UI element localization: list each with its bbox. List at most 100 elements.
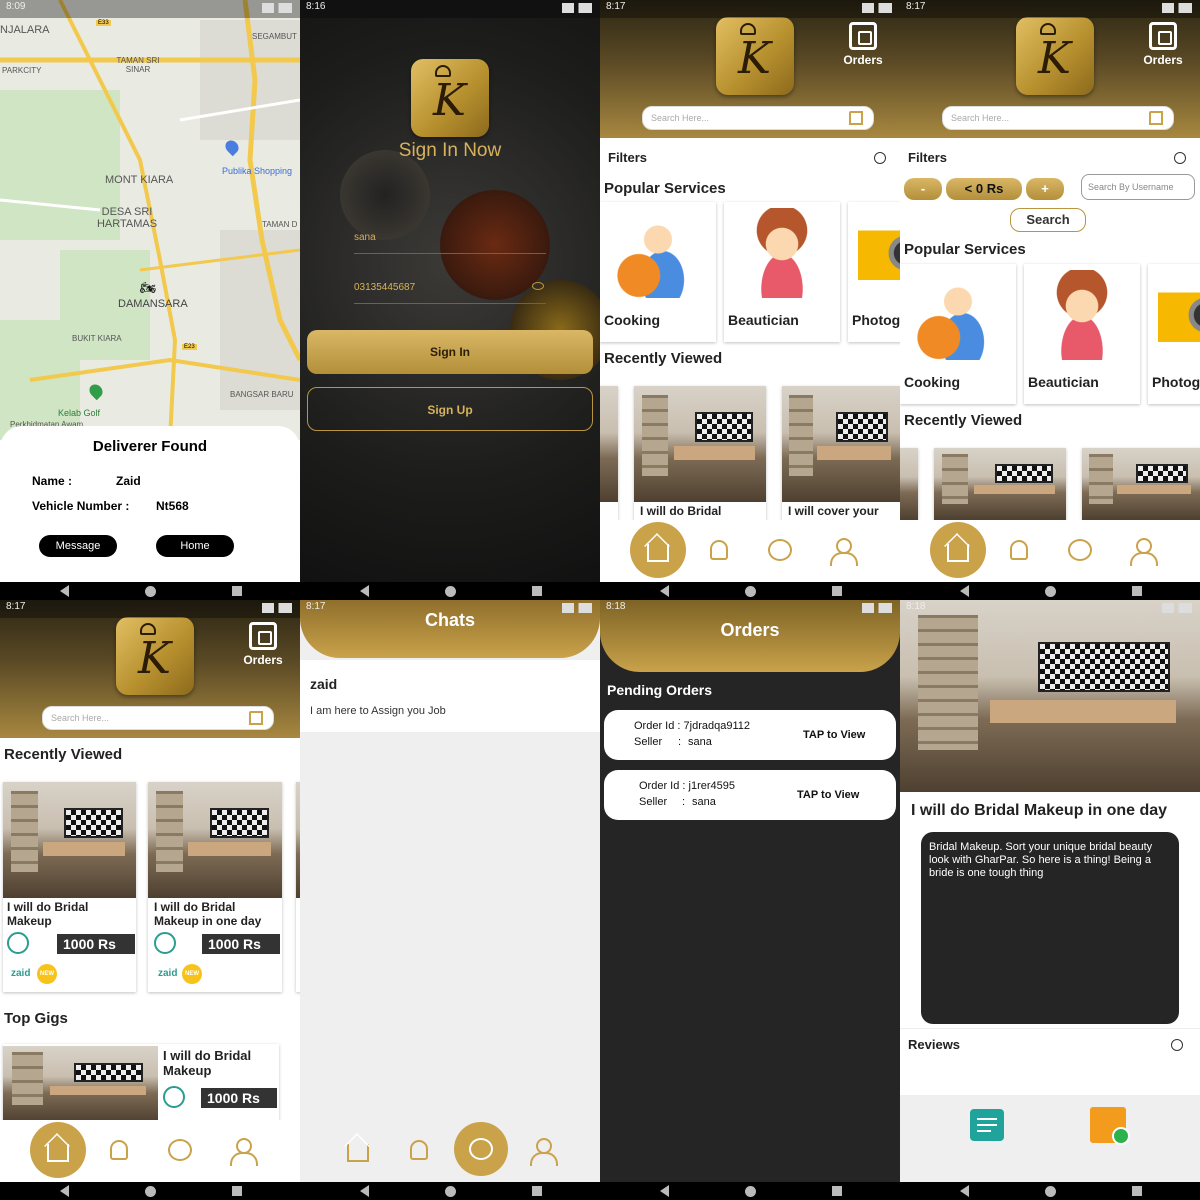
search-input[interactable]: Search Here...: [642, 106, 874, 130]
orders-button[interactable]: Orders: [1138, 22, 1188, 67]
nav-home-button[interactable]: [630, 522, 686, 578]
profile-icon[interactable]: [830, 538, 858, 566]
home-nav-icon[interactable]: [745, 586, 756, 597]
recents-icon[interactable]: [1132, 586, 1142, 596]
back-icon[interactable]: [60, 585, 69, 597]
nav-home-button[interactable]: [330, 1122, 386, 1178]
bell-icon[interactable]: [1010, 540, 1028, 560]
reviews-toggle[interactable]: Reviews: [900, 1028, 1200, 1066]
orders-button[interactable]: Orders: [838, 22, 888, 67]
recent-card[interactable]: [900, 448, 918, 520]
service-card-photography[interactable]: Photog: [848, 202, 900, 342]
signal-battery-icon: [862, 603, 892, 613]
password-field[interactable]: 03135445687: [354, 274, 546, 304]
home-nav-icon[interactable]: [145, 586, 156, 597]
back-icon[interactable]: [660, 585, 669, 597]
back-icon[interactable]: [360, 1185, 369, 1197]
popular-services-title: Popular Services: [604, 180, 726, 197]
search-button[interactable]: Search: [1010, 208, 1086, 232]
back-icon[interactable]: [360, 585, 369, 597]
home-nav-icon[interactable]: [1045, 1186, 1056, 1197]
recent-card[interactable]: [934, 448, 1066, 520]
tap-to-view-link[interactable]: TAP to View: [797, 789, 859, 801]
back-icon[interactable]: [960, 1185, 969, 1197]
recent-card[interactable]: [600, 386, 618, 520]
home-nav-icon[interactable]: [145, 1186, 156, 1197]
nav-home-button[interactable]: [30, 1122, 86, 1178]
place-order-icon[interactable]: [1090, 1107, 1130, 1145]
recents-icon[interactable]: [532, 586, 542, 596]
message-button[interactable]: Message: [39, 535, 117, 557]
order-card[interactable]: Order Id : j1rer4595 Seller : sana TAP t…: [604, 770, 896, 820]
search-input[interactable]: Search Here...: [942, 106, 1174, 130]
recents-icon[interactable]: [232, 586, 242, 596]
username-field[interactable]: sana: [354, 224, 546, 254]
recently-viewed-title: Recently Viewed: [4, 746, 123, 763]
search-input[interactable]: Search Here...: [42, 706, 274, 730]
recent-gig-card[interactable]: I will do Bridal Makeup in one day 1000 …: [148, 782, 282, 992]
home-button[interactable]: Home: [156, 535, 234, 557]
seller-name[interactable]: zaid: [158, 968, 177, 979]
map-view[interactable]: NJALARA SEGAMBUT TAMAN SRI SINAR PARKCIT…: [0, 0, 300, 440]
recents-icon[interactable]: [532, 1186, 542, 1196]
chevron-down-icon[interactable]: [874, 152, 886, 164]
recent-card[interactable]: [1082, 448, 1200, 520]
service-card-cooking[interactable]: Cooking: [900, 264, 1016, 404]
back-icon[interactable]: [660, 1185, 669, 1197]
chat-icon[interactable]: [168, 1139, 192, 1161]
sign-up-button[interactable]: Sign Up: [307, 387, 593, 431]
seller-name[interactable]: zaid: [11, 968, 30, 979]
service-card-beautician[interactable]: Beautician: [724, 202, 840, 342]
home-nav-icon[interactable]: [745, 1186, 756, 1197]
filters-toggle[interactable]: Filters: [600, 140, 900, 176]
chat-list-item[interactable]: zaid I am here to Assign you Job: [300, 660, 600, 732]
profile-icon[interactable]: [230, 1138, 258, 1166]
name-value: Zaid: [116, 474, 141, 488]
recent-card[interactable]: I will cover your: [782, 386, 900, 520]
home-nav-icon[interactable]: [445, 1186, 456, 1197]
username-search-input[interactable]: Search By Username: [1081, 174, 1195, 200]
recent-title: I will do Bridal: [640, 504, 722, 518]
status-time: 8:18: [906, 601, 926, 612]
recents-icon[interactable]: [1132, 1186, 1142, 1196]
tap-to-view-link[interactable]: TAP to View: [803, 729, 865, 741]
chevron-down-icon[interactable]: [1171, 1039, 1183, 1051]
bell-icon[interactable]: [110, 1140, 128, 1160]
chat-icon[interactable]: [768, 539, 792, 561]
recent-gig-card[interactable]: I will do Bridal Makeup 1000 Rs zaid NEW: [3, 782, 136, 992]
filters-toggle[interactable]: Filters: [900, 140, 1200, 176]
profile-icon[interactable]: [530, 1138, 558, 1166]
nav-home-button[interactable]: [930, 522, 986, 578]
profile-icon[interactable]: [1130, 538, 1158, 566]
orders-button[interactable]: Orders: [238, 622, 288, 667]
bell-icon[interactable]: [410, 1140, 428, 1160]
top-gig-card[interactable]: I will do Bridal Makeup 1000 Rs: [3, 1044, 279, 1122]
chef-cooking-icon: [610, 208, 706, 298]
home-nav-icon[interactable]: [1045, 586, 1056, 597]
price-minus-button[interactable]: -: [904, 178, 942, 200]
home-icon[interactable]: [249, 711, 263, 725]
signal-battery-icon: [1162, 3, 1192, 13]
eye-icon[interactable]: [532, 282, 544, 290]
back-icon[interactable]: [60, 1185, 69, 1197]
home-icon[interactable]: [1149, 111, 1163, 125]
home-nav-icon[interactable]: [445, 586, 456, 597]
recents-icon[interactable]: [832, 586, 842, 596]
recents-icon[interactable]: [832, 1186, 842, 1196]
home-icon[interactable]: [849, 111, 863, 125]
service-card-photography[interactable]: Photog: [1148, 264, 1200, 404]
message-icon[interactable]: [970, 1109, 1004, 1141]
recent-card[interactable]: I will do Bridal: [634, 386, 766, 520]
chat-icon[interactable]: [1068, 539, 1092, 561]
sign-in-button[interactable]: Sign In: [307, 330, 593, 374]
service-card-cooking[interactable]: Cooking: [600, 202, 716, 342]
recents-icon[interactable]: [232, 1186, 242, 1196]
order-card[interactable]: Order Id : 7jdradqa9112 Seller : sana TA…: [604, 710, 896, 760]
service-card-beautician[interactable]: Beautician: [1024, 264, 1140, 404]
bell-icon[interactable]: [710, 540, 728, 560]
nav-chat-button[interactable]: [454, 1122, 508, 1176]
back-icon[interactable]: [960, 585, 969, 597]
service-label: Beautician: [728, 312, 799, 328]
chevron-up-icon[interactable]: [1174, 152, 1186, 164]
price-plus-button[interactable]: +: [1026, 178, 1064, 200]
